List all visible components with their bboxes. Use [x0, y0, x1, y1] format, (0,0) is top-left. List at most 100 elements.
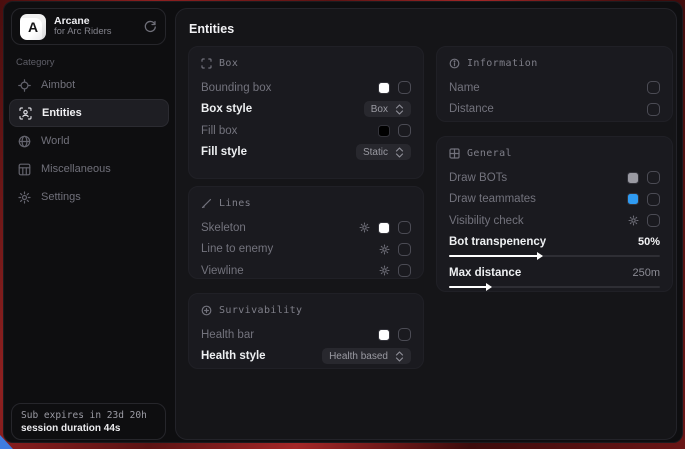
option-row: Distance	[449, 99, 660, 121]
subscription-card: Sub expires in 23d 20h session duration …	[11, 403, 166, 440]
gear-icon	[18, 191, 31, 204]
slider-value: 50%	[638, 236, 660, 248]
option-label: Skeleton	[201, 222, 246, 234]
viewline-checkbox[interactable]	[398, 264, 411, 277]
bounding-box-checkbox[interactable]	[398, 81, 411, 94]
line-to-enemy-checkbox[interactable]	[398, 243, 411, 256]
option-row: Line to enemy	[201, 239, 411, 261]
option-label: Fill style	[201, 146, 247, 158]
option-row: Draw teammates	[449, 189, 660, 211]
option-row: Draw BOTs	[449, 167, 660, 189]
line-to-enemy-settings-icon[interactable]	[379, 244, 390, 255]
brand-subtitle: for Arc Riders	[54, 27, 136, 38]
name-checkbox[interactable]	[647, 81, 660, 94]
brand-card: A Arcane for Arc Riders	[11, 8, 166, 45]
main-panel: Entities Box Bounding box Box style	[175, 8, 677, 440]
draw-bots-checkbox[interactable]	[647, 171, 660, 184]
line-icon	[201, 198, 212, 209]
brand-logo: A	[20, 14, 46, 40]
option-row: Name	[449, 77, 660, 99]
health-bar-checkbox[interactable]	[398, 328, 411, 341]
sidebar-item-label: Aimbot	[41, 79, 75, 91]
option-label: Box style	[201, 103, 252, 115]
option-label: Distance	[449, 103, 494, 115]
option-row: Health bar	[201, 324, 411, 346]
slider-label: Bot transpenency	[449, 236, 546, 248]
option-label: Fill box	[201, 125, 237, 137]
slider-fill	[449, 286, 491, 288]
chevrons-up-down-icon	[395, 351, 404, 362]
option-row: Visibility check	[449, 210, 660, 232]
bot-transparency-slider[interactable]	[449, 255, 660, 257]
session-duration-text: session duration 44s	[21, 423, 156, 434]
fill-style-dropdown[interactable]: Static	[356, 144, 411, 160]
viewline-settings-icon[interactable]	[379, 265, 390, 276]
sidebar-item-label: Miscellaneous	[41, 163, 111, 175]
color-swatch[interactable]	[378, 222, 390, 234]
fill-box-checkbox[interactable]	[398, 124, 411, 137]
sidebar-item-miscellaneous[interactable]: Miscellaneous	[9, 155, 169, 183]
visibility-check-settings-icon[interactable]	[628, 215, 639, 226]
crosshair-icon	[18, 79, 31, 92]
lines-card: Lines Skeleton Line to enemy	[188, 186, 424, 279]
box-style-dropdown[interactable]: Box	[364, 101, 411, 117]
box-card: Box Bounding box Box style Box	[188, 46, 424, 179]
sidebar-item-settings[interactable]: Settings	[9, 183, 169, 211]
option-label: Bounding box	[201, 82, 271, 94]
dropdown-value: Box	[371, 104, 388, 115]
grid-icon	[18, 163, 31, 176]
color-swatch[interactable]	[378, 125, 390, 137]
dropdown-value: Health based	[329, 351, 388, 362]
option-row: Skeleton	[201, 217, 411, 239]
option-row: Fill box	[201, 120, 411, 142]
general-icon	[449, 148, 460, 159]
option-row: Viewline	[201, 260, 411, 282]
option-row: Box style Box	[201, 99, 411, 121]
reload-icon[interactable]	[144, 20, 157, 33]
slider-value: 250m	[632, 267, 660, 279]
max-distance-slider[interactable]	[449, 286, 660, 288]
information-card: Information Name Distance	[436, 46, 673, 122]
draw-teammates-checkbox[interactable]	[647, 193, 660, 206]
color-swatch[interactable]	[378, 82, 390, 94]
color-swatch[interactable]	[627, 172, 639, 184]
option-label: Draw teammates	[449, 193, 536, 205]
option-label: Draw BOTs	[449, 172, 507, 184]
entities-icon	[19, 107, 32, 120]
category-label: Category	[16, 57, 55, 68]
option-label: Viewline	[201, 265, 244, 277]
sidebar-item-aimbot[interactable]: Aimbot	[9, 71, 169, 99]
dropdown-value: Static	[363, 147, 388, 158]
chevrons-up-down-icon	[395, 104, 404, 115]
visibility-check-checkbox[interactable]	[647, 214, 660, 227]
option-row: Bounding box	[201, 77, 411, 99]
health-style-dropdown[interactable]: Health based	[322, 348, 411, 364]
sidebar-nav: Aimbot Entities World	[9, 71, 169, 211]
skeleton-settings-icon[interactable]	[359, 222, 370, 233]
sidebar-item-label: World	[41, 135, 70, 147]
option-label: Visibility check	[449, 215, 524, 227]
information-icon	[449, 58, 460, 69]
page-title: Entities	[189, 22, 234, 36]
sidebar-item-label: Settings	[41, 191, 81, 203]
color-swatch[interactable]	[378, 329, 390, 341]
card-header-label: Information	[467, 58, 538, 69]
card-header-label: Box	[219, 58, 238, 69]
box-icon	[201, 58, 212, 69]
color-swatch[interactable]	[627, 193, 639, 205]
globe-icon	[18, 135, 31, 148]
general-card: General Draw BOTs Draw teammates Visibil…	[436, 136, 673, 292]
sidebar-item-label: Entities	[42, 107, 82, 119]
max-distance-block: Max distance 250m	[449, 264, 660, 288]
sidebar: A Arcane for Arc Riders Category Aimbot	[4, 2, 174, 442]
option-label: Line to enemy	[201, 243, 273, 255]
sidebar-item-entities[interactable]: Entities	[9, 99, 169, 127]
sidebar-item-world[interactable]: World	[9, 127, 169, 155]
app-window: A Arcane for Arc Riders Category Aimbot	[3, 1, 683, 443]
survivability-card: Survivability Health bar Health style He…	[188, 293, 424, 369]
chevrons-up-down-icon	[395, 147, 404, 158]
distance-checkbox[interactable]	[647, 103, 660, 116]
card-header-label: Survivability	[219, 305, 302, 316]
skeleton-checkbox[interactable]	[398, 221, 411, 234]
option-row: Fill style Static	[201, 142, 411, 164]
